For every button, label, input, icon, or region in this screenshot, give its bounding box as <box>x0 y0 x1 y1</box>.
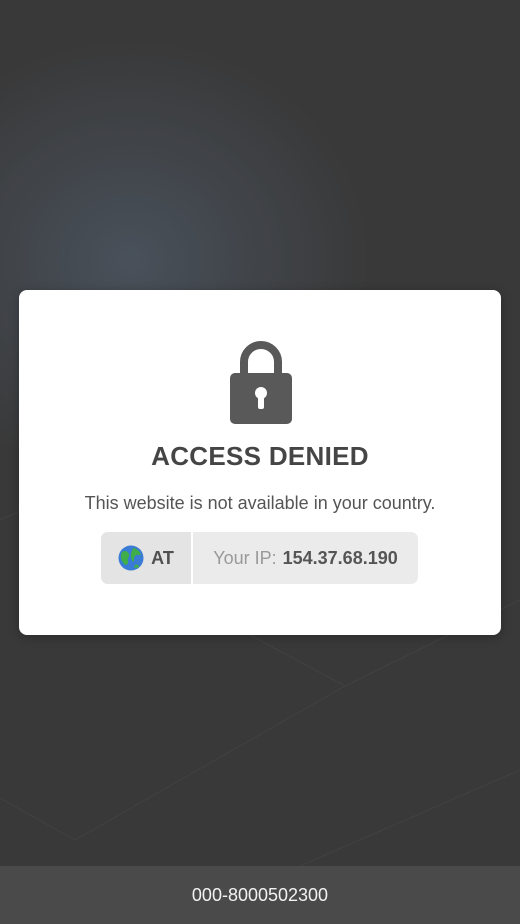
footer-bar: 000-8000502300 <box>0 866 520 924</box>
reference-id: 000-8000502300 <box>191 884 329 905</box>
access-denied-card: ACCESS DENIED This website is not availa… <box>19 290 501 635</box>
denied-message: This website is not available in your co… <box>84 493 436 513</box>
globe-icon <box>118 545 144 571</box>
page-title: ACCESS DENIED <box>151 441 369 471</box>
country-code: AT <box>151 547 174 568</box>
ip-address: Your IP: 154.37.68.190 <box>193 532 418 584</box>
lock-icon <box>230 341 292 424</box>
ip-info-badge: AT Your IP: 154.37.68.190 <box>101 532 418 584</box>
country-badge: AT <box>101 532 193 584</box>
ip-label: Your IP: <box>213 547 277 568</box>
ip-value: 154.37.68.190 <box>282 547 398 568</box>
